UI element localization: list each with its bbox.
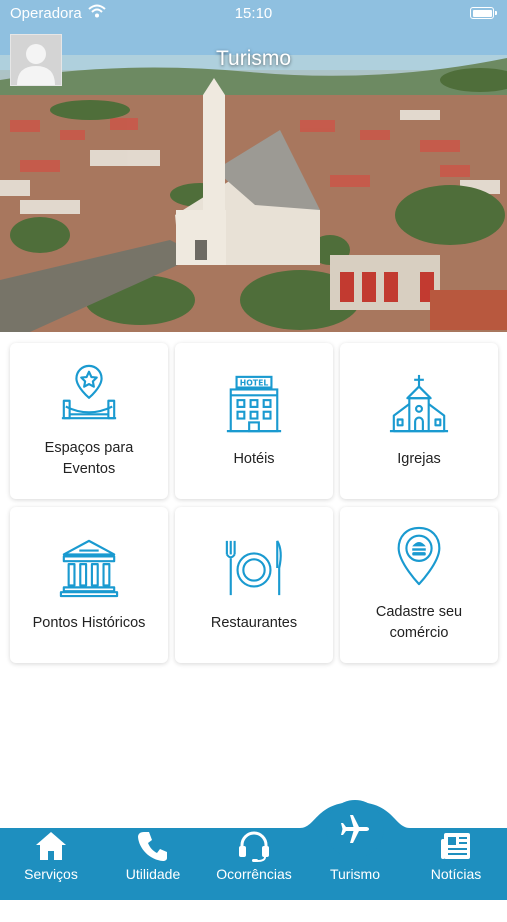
status-bar: Operadora 15:10 — [0, 0, 507, 28]
restaurant-icon — [225, 539, 282, 595]
battery-icon — [470, 7, 497, 19]
nav-item-turismo-button[interactable] — [326, 800, 384, 858]
card-cadastre-comercio[interactable]: Cadastre seu comércio — [340, 507, 498, 663]
card-restaurantes[interactable]: Restaurantes — [175, 507, 333, 663]
event-stage-icon — [61, 364, 117, 420]
nav-item-turismo[interactable]: Turismo — [305, 862, 405, 922]
nav-item-noticias[interactable]: Notícias — [406, 830, 506, 890]
card-label: Pontos Históricos — [32, 614, 146, 631]
nav-label: Ocorrências — [216, 866, 292, 882]
page-title: Turismo — [215, 47, 292, 70]
nav-label: Turismo — [329, 866, 381, 882]
card-label: Hotéis — [233, 450, 275, 467]
card-label: Igrejas — [397, 450, 441, 467]
home-icon — [36, 832, 66, 860]
nav-label: Serviços — [24, 866, 78, 882]
svg-text:HOTEL: HOTEL — [240, 378, 269, 387]
location-pin-icon — [397, 526, 441, 586]
church-icon — [389, 374, 449, 432]
bottom-navigation: Serviços Utilidade Ocorrências Turismo N… — [0, 800, 507, 900]
airplane-icon — [341, 815, 369, 843]
nav-item-servicos[interactable]: Serviços — [1, 830, 101, 890]
card-espacos-eventos[interactable]: Espaços para Eventos — [10, 343, 168, 499]
card-igrejas[interactable]: Igrejas — [340, 343, 498, 499]
hero-banner: Operadora 15:10 Turismo — [0, 0, 507, 332]
status-time: 15:10 — [234, 5, 273, 22]
card-label: Espaços para Eventos — [44, 440, 134, 477]
tourism-menu-grid: Espaços para Eventos HOTEL Hotéis Igreja — [10, 343, 498, 663]
nav-label: Notícias — [430, 866, 482, 882]
card-label: Cadastre seu comércio — [375, 604, 463, 641]
headset-icon — [239, 831, 269, 862]
nav-item-utilidade[interactable]: Utilidade — [103, 830, 203, 890]
nav-item-ocorrencias[interactable]: Ocorrências — [204, 830, 304, 890]
card-hoteis[interactable]: HOTEL Hotéis — [175, 343, 333, 499]
newspaper-icon — [441, 833, 470, 859]
card-pontos-historicos[interactable]: Pontos Históricos — [10, 507, 168, 663]
phone-icon — [138, 832, 167, 861]
card-label: Restaurantes — [210, 614, 298, 631]
hotel-icon: HOTEL — [226, 375, 282, 432]
nav-label: Utilidade — [125, 866, 181, 882]
museum-icon — [59, 539, 119, 597]
